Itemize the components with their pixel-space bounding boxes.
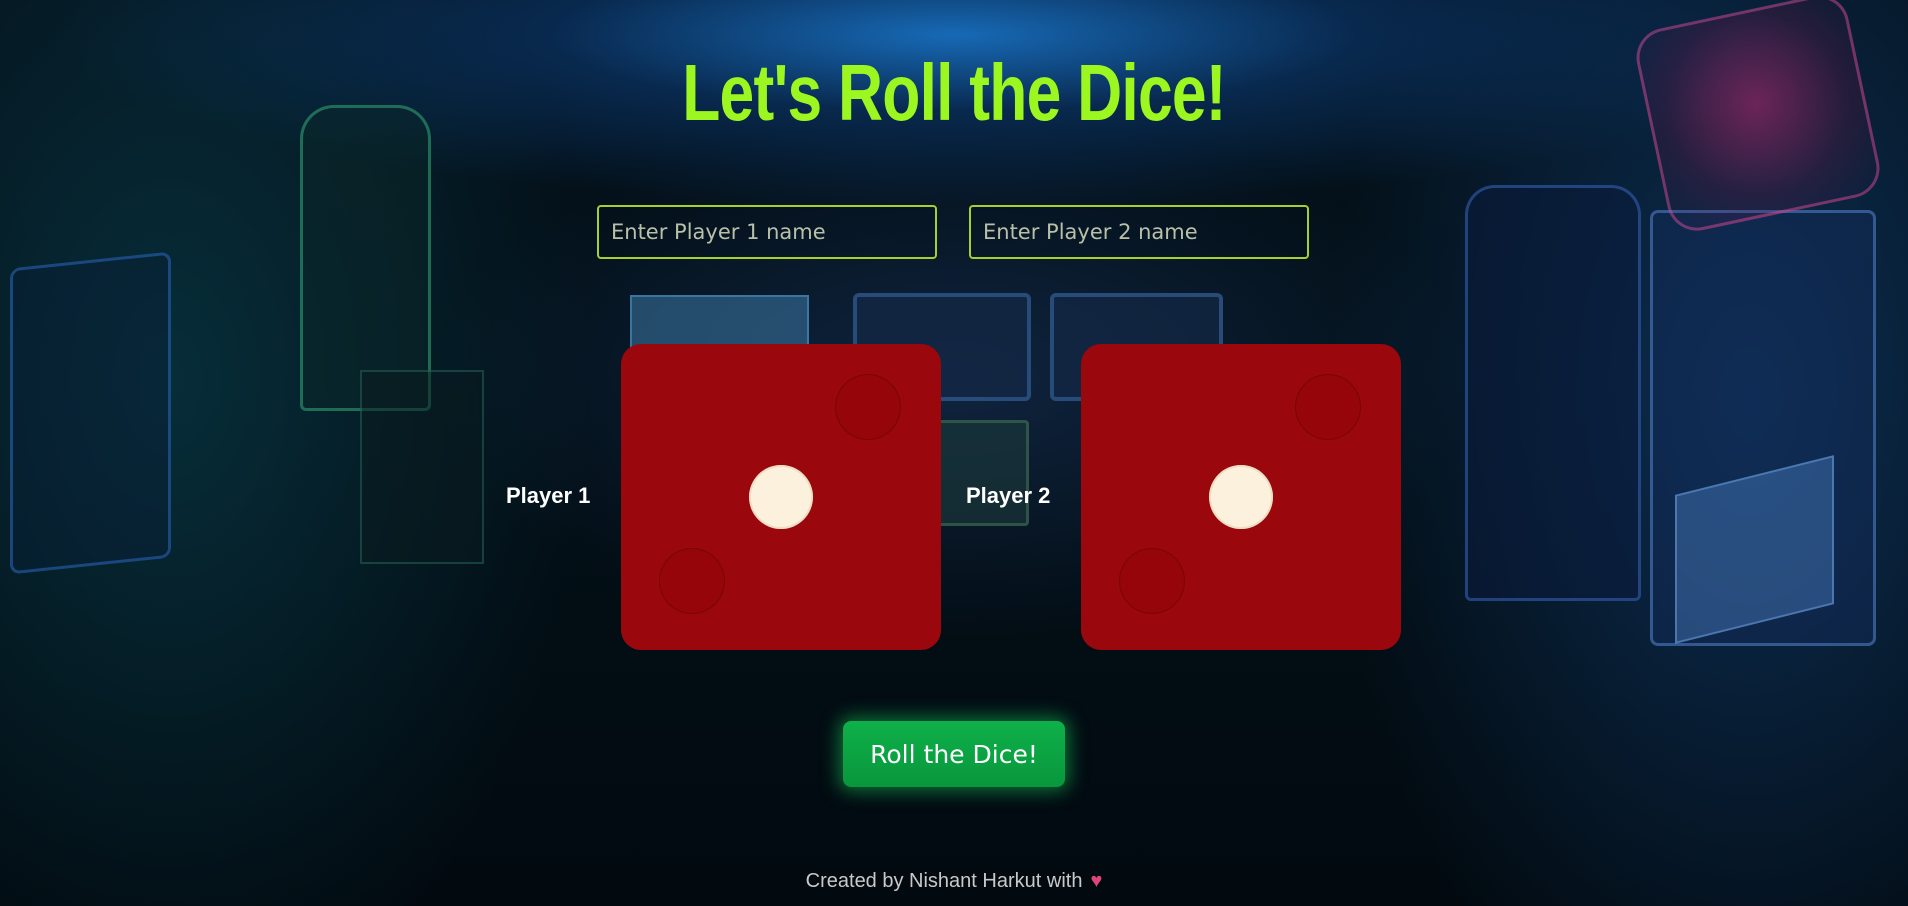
die-pip-placeholder xyxy=(835,374,901,440)
player-2-name-input[interactable] xyxy=(969,205,1309,259)
die-pip-placeholder xyxy=(1119,548,1185,614)
die-pip xyxy=(749,465,813,529)
player-2-die xyxy=(1081,344,1401,650)
die-pip-placeholder xyxy=(659,548,725,614)
heart-icon: ♥ xyxy=(1090,870,1103,892)
background-arcade-machine xyxy=(1465,185,1641,601)
footer-text: Created by Nishant Harkut with xyxy=(805,870,1083,892)
background-arcade-machine xyxy=(10,251,171,575)
roll-dice-button[interactable]: Roll the Dice! xyxy=(843,721,1065,787)
page-title: Let's Roll the Dice! xyxy=(682,48,1226,137)
player-1-name-input[interactable] xyxy=(597,205,937,259)
player-1-label: Player 1 xyxy=(506,483,591,508)
footer-credit: Created by Nishant Harkut with ♥ xyxy=(0,870,1908,893)
background-arcade-cabinet xyxy=(360,370,484,564)
player-2-label: Player 2 xyxy=(966,483,1051,508)
die-pip-placeholder xyxy=(1295,374,1361,440)
player-1-die xyxy=(621,344,941,650)
background-arcade-cabinet xyxy=(300,105,431,411)
game-page: Let's Roll the Dice! Player 1 Player 2 R… xyxy=(0,0,1908,906)
background-arcade-machine xyxy=(1650,210,1876,646)
background-screen xyxy=(1675,455,1834,644)
die-pip xyxy=(1209,465,1273,529)
